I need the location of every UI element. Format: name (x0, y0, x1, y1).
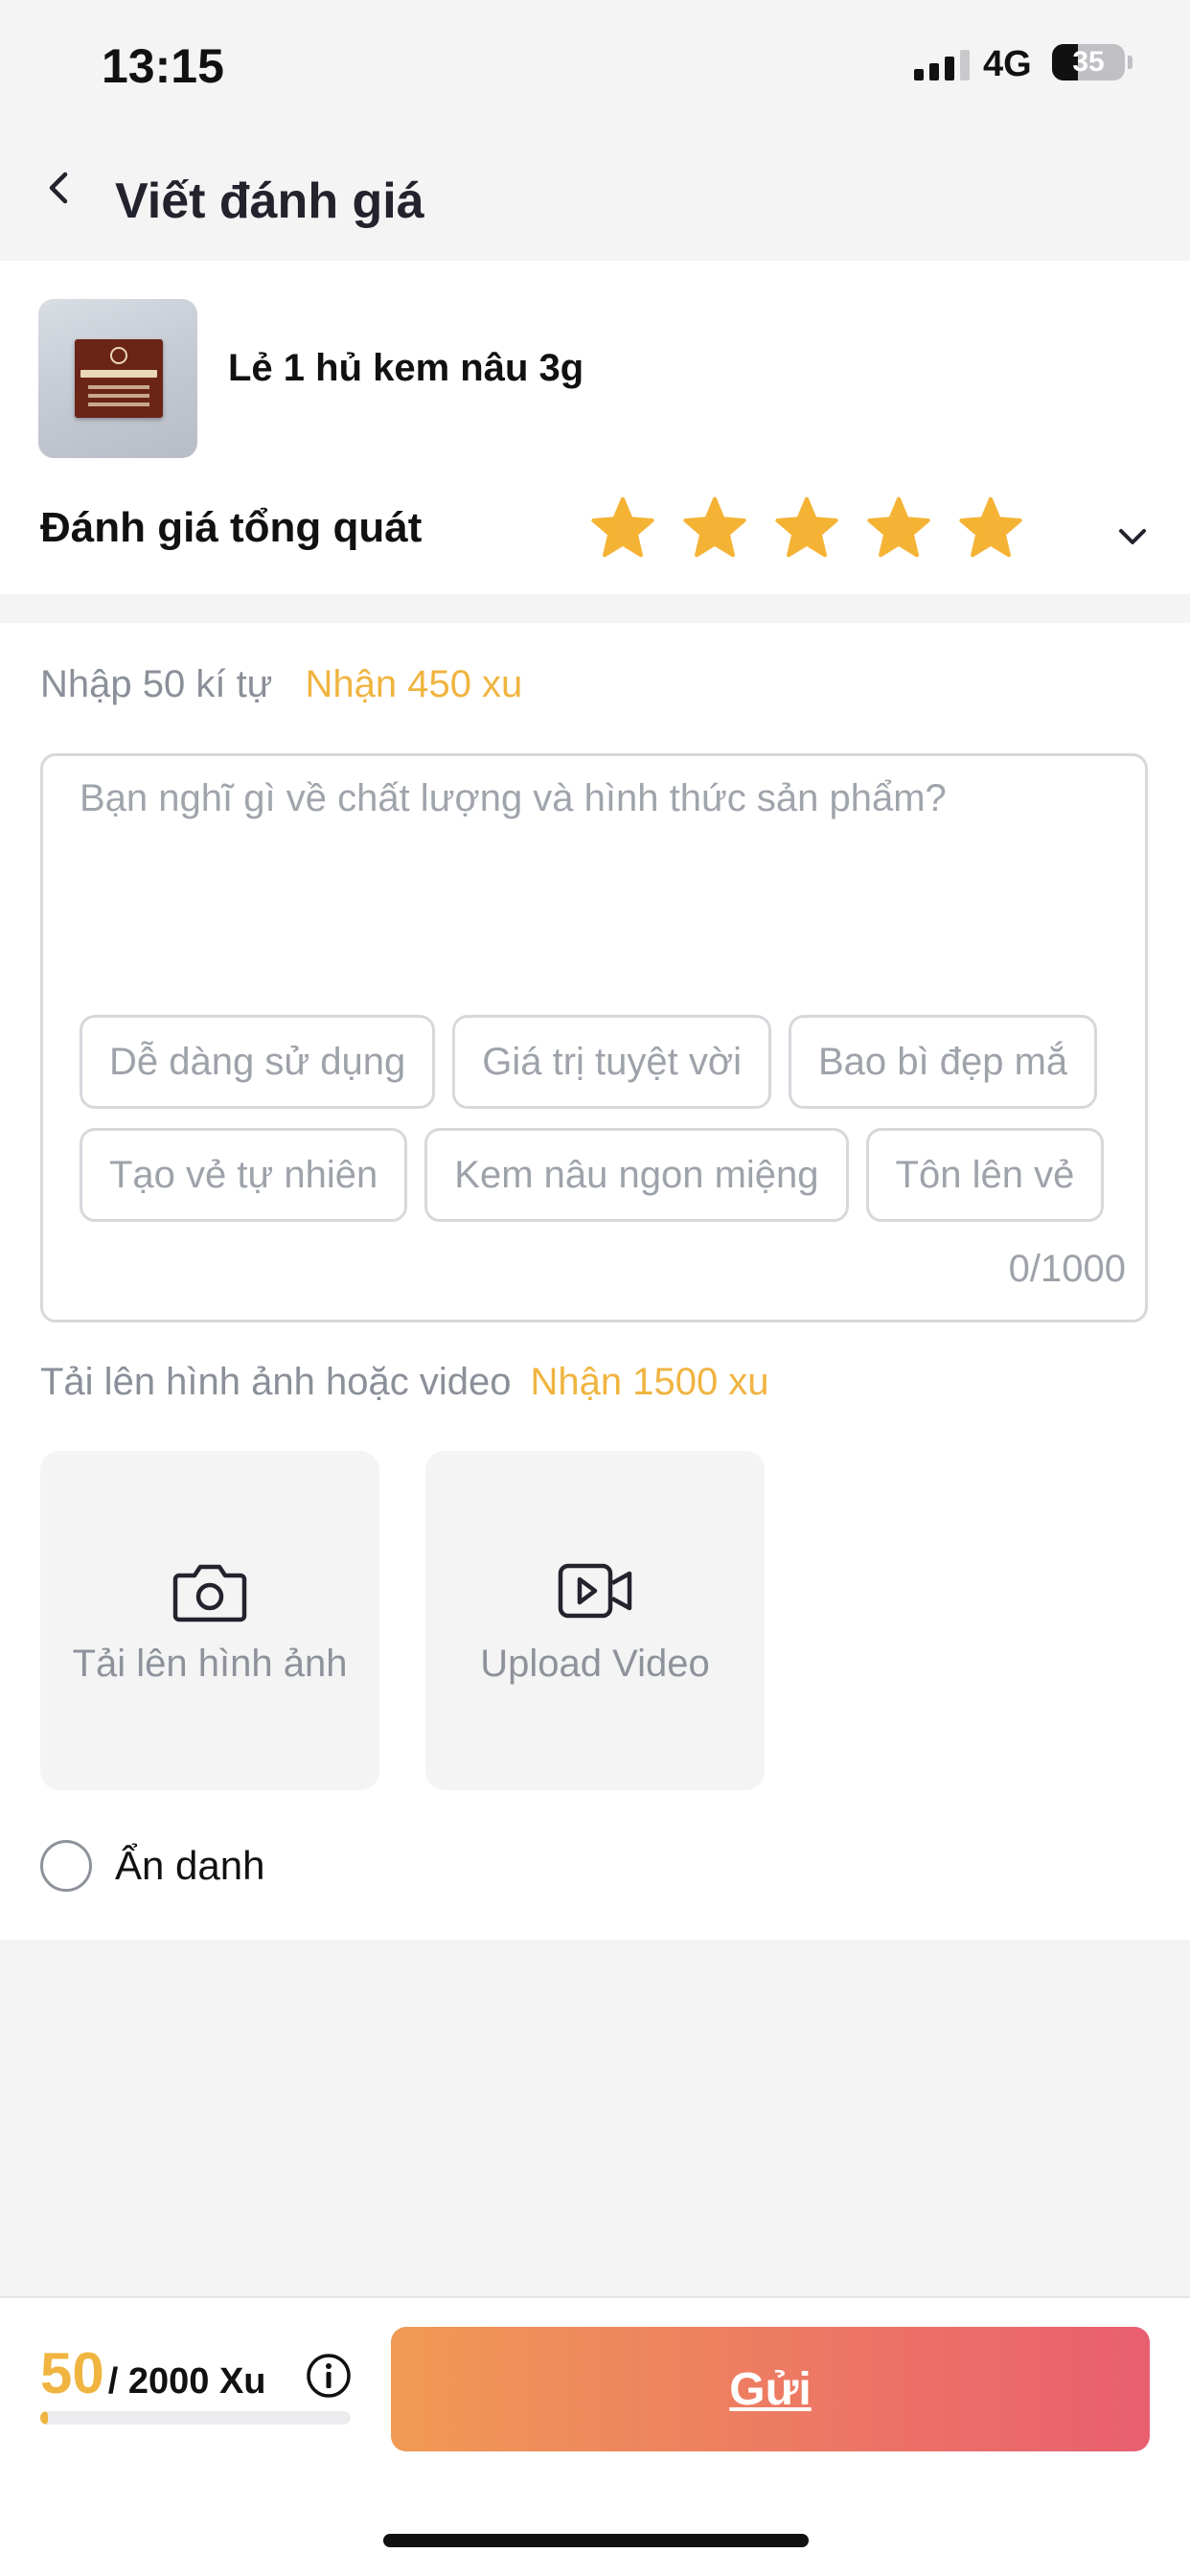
coin-progress-text: 50 / 2000 Xu (40, 2340, 266, 2406)
media-reward-row: Tải lên hình ảnh hoặc video Nhận 1500 xu (40, 1361, 769, 1404)
upload-photo-button[interactable]: Tải lên hình ảnh (40, 1451, 379, 1790)
suggestion-tags-row-2: Tạo vẻ tự nhiên Kem nâu ngon miệng Tôn l… (80, 1128, 1105, 1222)
anonymous-radio[interactable] (40, 1840, 92, 1892)
status-bar: 13:15 4G 35 (0, 0, 1190, 128)
overall-rating-label: Đánh giá tổng quát (40, 504, 423, 551)
review-textarea[interactable]: Bạn nghĩ gì về chất lượng và hình thức s… (40, 753, 1148, 1322)
back-button[interactable] (29, 157, 90, 218)
review-coin-reward: Nhận 450 xu (305, 663, 523, 705)
anonymous-label: Ẩn danh (115, 1843, 265, 1888)
upload-video-label: Upload Video (480, 1643, 710, 1685)
suggestion-tag[interactable]: Tạo vẻ tự nhiên (80, 1128, 408, 1222)
product-thumbnail (38, 299, 197, 458)
char-counter: 0/1000 (1008, 1248, 1126, 1290)
battery-cap (1128, 56, 1133, 69)
submit-button[interactable]: Gửi (391, 2327, 1150, 2451)
suggestion-tag[interactable]: Tôn lên vẻ (865, 1128, 1105, 1222)
suggestion-tags-row-1: Dễ dàng sử dụng Giá trị tuyệt vời Bao bì… (80, 1015, 1098, 1109)
media-coin-reward: Nhận 1500 xu (530, 1361, 769, 1403)
review-placeholder: Bạn nghĩ gì về chất lượng và hình thức s… (80, 777, 947, 819)
coins-earned: 50 (40, 2341, 104, 2405)
product-name: Lẻ 1 hủ kem nâu 3g (228, 347, 584, 389)
battery-level: 35 (1072, 46, 1105, 78)
coin-progress-fill (40, 2411, 49, 2425)
upload-video-button[interactable]: Upload Video (425, 1451, 765, 1790)
review-form: Nhập 50 kí tự Nhận 450 xu Bạn nghĩ gì về… (0, 623, 1190, 1940)
nav-bar: Viết đánh giá (0, 128, 1190, 261)
camera-icon (172, 1564, 247, 1622)
anonymous-toggle[interactable]: Ẩn danh (40, 1840, 264, 1892)
review-reward-row: Nhập 50 kí tự Nhận 450 xu (40, 663, 522, 706)
page-title: Viết đánh giá (115, 173, 424, 229)
media-upload-hint: Tải lên hình ảnh hoặc video (40, 1361, 512, 1403)
battery-icon: 35 (1052, 44, 1125, 80)
star-icon[interactable] (958, 496, 1023, 562)
cellular-signal-icon (914, 48, 970, 80)
product-card: Lẻ 1 hủ kem nâu 3g Đánh giá tổng quát (0, 261, 1190, 594)
home-indicator (383, 2534, 809, 2547)
review-min-chars-hint: Nhập 50 kí tự (40, 663, 273, 705)
coins-total: / 2000 Xu (107, 2361, 266, 2402)
star-icon[interactable] (774, 496, 839, 562)
info-icon[interactable] (305, 2352, 353, 2400)
star-icon[interactable] (590, 496, 655, 562)
suggestion-tag[interactable]: Dễ dàng sử dụng (80, 1015, 436, 1109)
product-package-image (75, 339, 163, 418)
coin-progress-bar (40, 2411, 351, 2425)
star-rating[interactable] (590, 496, 1023, 562)
video-camera-icon (558, 1563, 632, 1619)
suggestion-tag[interactable]: Kem nâu ngon miệng (424, 1128, 849, 1222)
star-icon[interactable] (866, 496, 931, 562)
star-icon[interactable] (682, 496, 747, 562)
upload-photo-label: Tải lên hình ảnh (72, 1643, 348, 1685)
network-type: 4G (983, 44, 1032, 84)
chevron-down-icon[interactable] (1111, 516, 1154, 558)
suggestion-tag[interactable]: Bao bì đẹp mắ (788, 1015, 1098, 1109)
status-time: 13:15 (102, 39, 224, 93)
suggestion-tag[interactable]: Giá trị tuyệt vời (452, 1015, 771, 1109)
chevron-left-icon (49, 172, 68, 204)
